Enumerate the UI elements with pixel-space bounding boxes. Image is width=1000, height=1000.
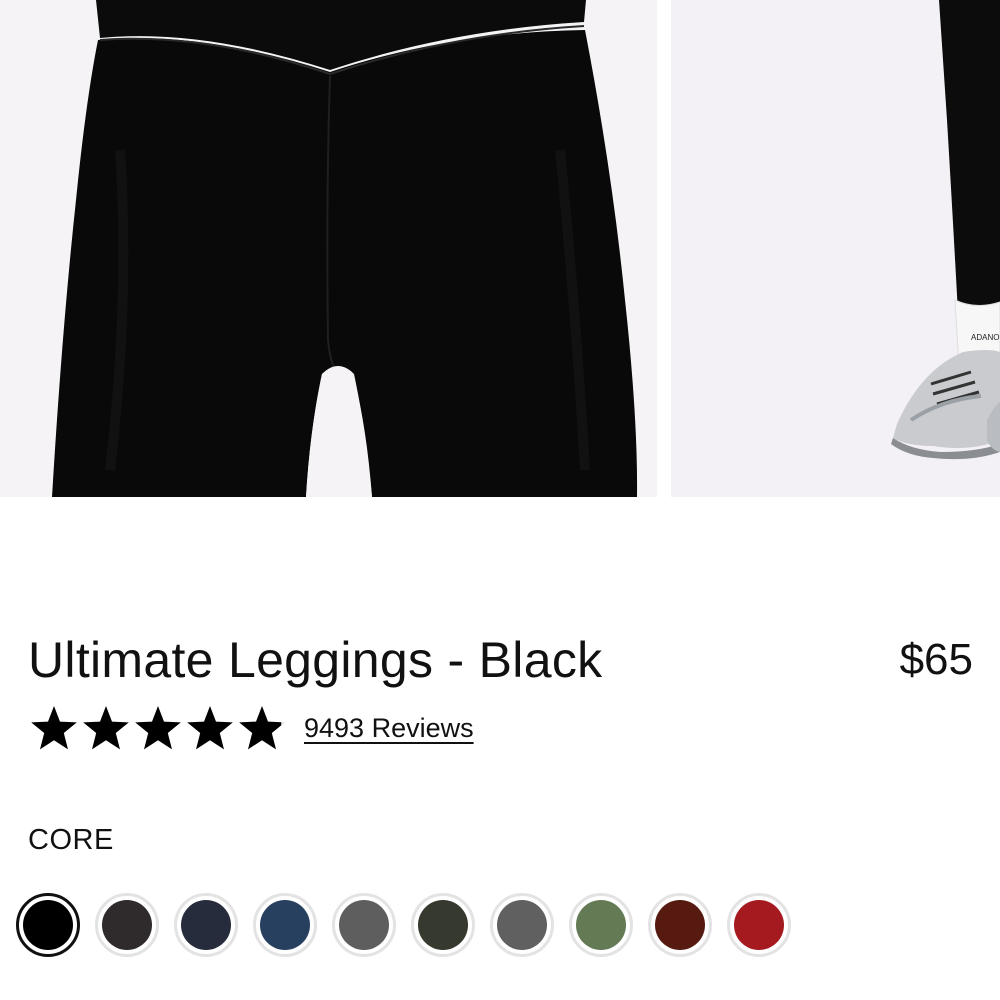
color-swatch-maroon[interactable] xyxy=(648,893,712,957)
rating-stars xyxy=(30,705,286,751)
product-image-gallery[interactable]: ADANOL xyxy=(0,0,1000,497)
color-swatch-olive-dark[interactable] xyxy=(411,893,475,957)
reviews-link[interactable]: 9493 Reviews xyxy=(304,713,474,744)
color-swatch-fill xyxy=(339,900,389,950)
color-swatch-fill xyxy=(576,900,626,950)
star-icon-full xyxy=(83,706,129,750)
color-swatch-fill xyxy=(418,900,468,950)
main-product-image[interactable] xyxy=(0,0,657,497)
color-swatch-fill xyxy=(497,900,547,950)
product-page: ADANOL Ultimate Leggings - Black $65 xyxy=(0,0,1000,1000)
color-swatch-list xyxy=(16,893,791,957)
star-icon-partial xyxy=(239,706,285,750)
color-swatch-sage-green[interactable] xyxy=(569,893,633,957)
star-icon-full xyxy=(187,706,233,750)
color-swatch-fill xyxy=(102,900,152,950)
product-title: Ultimate Leggings - Black xyxy=(28,632,603,688)
color-swatch-charcoal[interactable] xyxy=(95,893,159,957)
color-swatch-fill xyxy=(181,900,231,950)
color-swatch-fill xyxy=(734,900,784,950)
color-swatch-fill xyxy=(260,900,310,950)
color-swatch-black[interactable] xyxy=(16,893,80,957)
secondary-product-image[interactable]: ADANOL xyxy=(671,0,1000,497)
color-swatch-grey[interactable] xyxy=(332,893,396,957)
product-rating: 9493 Reviews xyxy=(30,703,474,753)
color-swatch-fill xyxy=(23,900,73,950)
color-swatch-blue[interactable] xyxy=(253,893,317,957)
color-swatch-navy[interactable] xyxy=(174,893,238,957)
color-collection-label: CORE xyxy=(28,824,114,856)
sock-brand-text: ADANOL xyxy=(971,333,1000,342)
color-swatch-fill xyxy=(655,900,705,950)
star-icon-full xyxy=(135,706,181,750)
product-price: $65 xyxy=(899,635,973,684)
star-icon-full xyxy=(31,706,77,750)
color-swatch-red[interactable] xyxy=(727,893,791,957)
color-swatch-slate-grey[interactable] xyxy=(490,893,554,957)
